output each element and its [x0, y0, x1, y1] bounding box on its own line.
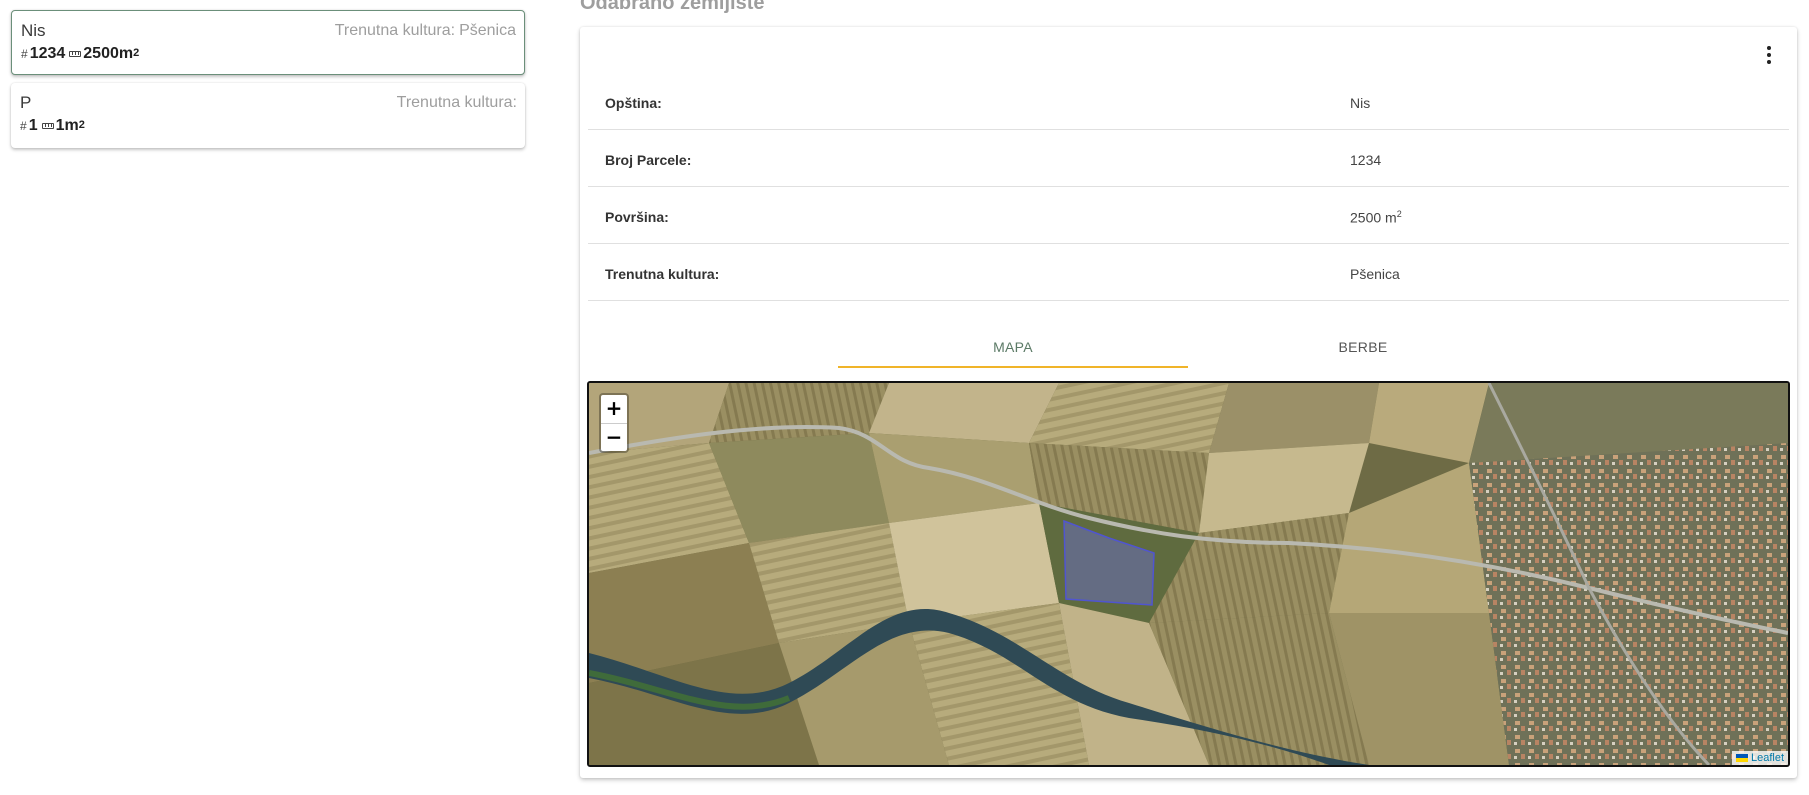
tab-mapa[interactable]: MAPA — [838, 333, 1188, 368]
info-value: 2500 m2 — [1350, 209, 1402, 226]
parcel-number: 1234 — [29, 45, 66, 62]
ruler-icon — [69, 51, 82, 57]
tab-bar: MAPA BERBE — [838, 333, 1538, 368]
detail-card: Opština: Nis Broj Parcele: 1234 Površina… — [580, 27, 1797, 778]
area-exponent: 2 — [133, 47, 140, 59]
parcel-area: 1 — [55, 117, 65, 134]
attribution-link[interactable]: Leaflet — [1751, 752, 1784, 764]
info-value: Nis — [1350, 95, 1371, 111]
culture-value: Pšenica — [459, 22, 516, 39]
info-label: Broj Parcele: — [605, 152, 692, 168]
parcel-culture: Trenutna kultura: Pšenica — [335, 22, 516, 40]
more-vert-icon[interactable] — [1757, 43, 1781, 67]
parcel-culture: Trenutna kultura: — [397, 94, 517, 112]
ruler-icon — [41, 123, 54, 129]
zoom-out-button[interactable]: − — [601, 423, 627, 451]
hash-icon: # — [20, 119, 27, 133]
culture-label: Trenutna kultura: — [396, 94, 517, 111]
parcel-name: Nis — [21, 21, 46, 40]
map-attribution[interactable]: Leaflet — [1731, 751, 1788, 765]
culture-label: Trenutna kultura: — [334, 22, 456, 39]
parcel-list: Nis Trenutna kultura: Pšenica # 1234 2500… — [11, 10, 525, 156]
area-value: 2500 m — [1350, 209, 1397, 226]
info-row-povrsina: Površina: 2500 m2 — [588, 187, 1789, 244]
info-label: Opština: — [605, 95, 662, 111]
area-exponent: 2 — [78, 119, 85, 131]
parcel-area: 2500 — [83, 45, 119, 62]
satellite-map — [589, 383, 1788, 765]
hash-icon: # — [21, 47, 28, 61]
info-label: Površina: — [605, 209, 669, 225]
parcel-area-unit: m — [118, 45, 134, 62]
info-table: Opština: Nis Broj Parcele: 1234 Površina… — [588, 73, 1789, 301]
parcel-name: P — [20, 93, 32, 112]
info-row-kultura: Trenutna kultura: Pšenica — [588, 244, 1789, 301]
panel-heading: Odabrano zemljište — [580, 0, 765, 14]
info-row-broj-parcele: Broj Parcele: 1234 — [588, 130, 1789, 187]
area-exponent: 2 — [1396, 209, 1402, 219]
parcel-card-nis[interactable]: Nis Trenutna kultura: Pšenica # 1234 2500… — [11, 10, 525, 75]
tab-berbe[interactable]: BERBE — [1188, 333, 1538, 368]
zoom-in-button[interactable]: + — [601, 395, 627, 423]
zoom-control: + − — [599, 393, 629, 453]
info-label: Trenutna kultura: — [605, 266, 720, 282]
parcel-card-p[interactable]: P Trenutna kultura: # 1 1 m2 — [11, 83, 525, 148]
parcel-number: 1 — [28, 117, 38, 134]
parcel-meta: # 1 1 m2 — [20, 117, 85, 135]
info-value: 1234 — [1350, 152, 1382, 168]
flag-icon — [1735, 754, 1748, 762]
parcel-area-unit: m — [64, 117, 79, 134]
info-row-opstina: Opština: Nis — [588, 73, 1789, 130]
map-view[interactable]: + − Leaflet — [587, 381, 1790, 767]
info-value: Pšenica — [1350, 266, 1400, 282]
parcel-meta: # 1234 2500 m2 — [21, 45, 139, 63]
